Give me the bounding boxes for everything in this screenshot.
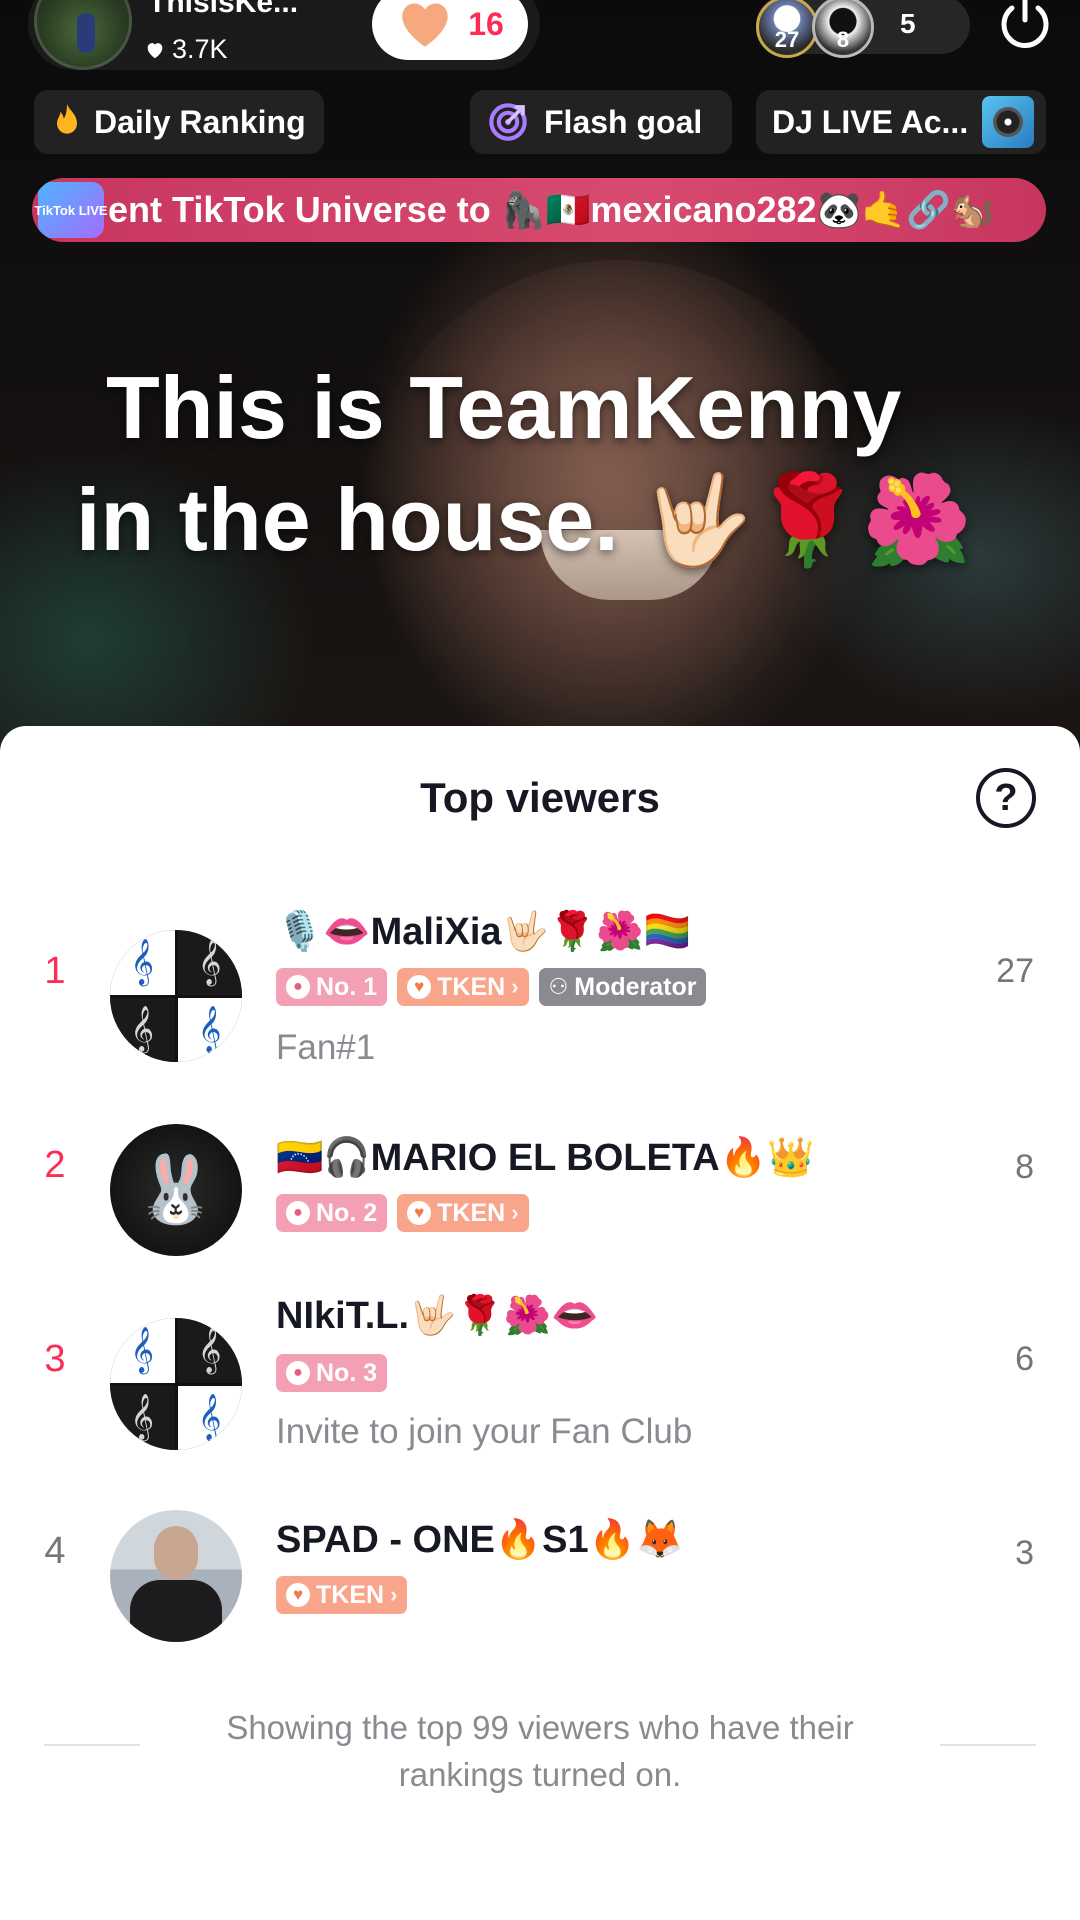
fire-icon xyxy=(57,103,77,134)
rank-badge: ● No. 1 xyxy=(276,968,388,1006)
heart-icon xyxy=(147,42,163,58)
daily-ranking-pill[interactable]: Daily Ranking xyxy=(34,90,324,154)
footer-note: Showing the top 99 viewers who have thei… xyxy=(0,1704,1080,1798)
heart-icon: ♥ xyxy=(407,975,432,999)
fan-club-label: TKEN xyxy=(437,972,506,1001)
caption-line-2: in the house. 🤟🏻🌹🌺 xyxy=(76,470,972,569)
fan-club-badge[interactable]: ♥ TKEN › xyxy=(276,1576,408,1614)
tiktok-live-logo: TikTok LIVE xyxy=(34,182,108,238)
host-likes-count: 3.7K xyxy=(172,34,228,64)
host-name: ThisisKe... xyxy=(148,0,299,19)
viewer-name: 🇻🇪🎧MARIO EL BOLETA🔥👑 xyxy=(276,1137,815,1179)
avatar[interactable] xyxy=(110,1510,242,1642)
dj-live-label: DJ LIVE Ac... xyxy=(772,103,969,140)
rank-badge-label: No. 3 xyxy=(316,1358,378,1387)
viewer-name: NIkiT.L.🤟🏻🌹🌺👄 xyxy=(276,1295,599,1337)
heart-icon xyxy=(402,3,448,47)
sheet-title: Top viewers xyxy=(420,774,660,821)
avatar[interactable]: 🐰 xyxy=(110,1124,242,1256)
viewer-score: 27 xyxy=(996,952,1034,990)
viewer-rank: 3 xyxy=(44,1338,66,1380)
rank-badge: ● No. 2 xyxy=(276,1194,388,1232)
viewer-badges: ● No. 1 ♥ TKEN › ⚇ Moderator xyxy=(276,968,707,1006)
viewer-row[interactable]: 4 SPAD - ONE🔥S1🔥🦊 ♥ TKEN › 3 xyxy=(0,1466,1080,1642)
viewer-badges: ♥ TKEN › xyxy=(276,1576,408,1614)
fan-club-badge[interactable]: ♥ TKEN › xyxy=(397,1194,529,1232)
rank-badge-label: No. 1 xyxy=(316,972,378,1001)
viewer-rank: 4 xyxy=(44,1530,66,1572)
target-icon xyxy=(489,103,527,141)
viewer-count[interactable]: 5 xyxy=(900,8,916,40)
heart-icon: ♥ xyxy=(286,1583,310,1607)
gift-banner-text: ent TikTok Universe to 🦍🇲🇽mexicano282🐼🤙🔗… xyxy=(108,189,996,230)
flash-goal-pill[interactable]: Flash goal xyxy=(470,90,732,154)
moderator-label: Moderator xyxy=(574,972,697,1001)
footer-note-text: Showing the top 99 viewers who have thei… xyxy=(226,1709,854,1793)
rank-badge-label: No. 2 xyxy=(316,1198,378,1227)
viewer-badges: ● No. 3 xyxy=(276,1354,388,1392)
power-icon[interactable] xyxy=(990,0,1060,56)
viewer-score: 3 xyxy=(1015,1534,1034,1572)
top-viewers-sheet: Top viewers ? 1 𝄞 𝄞 𝄞 𝄞 🎙️👄MaliXia🤟🏻🌹🌺🏳️‍🌈 … xyxy=(0,726,1080,1920)
viewer-rank: 1 xyxy=(44,950,66,992)
medal-icon: ● xyxy=(286,975,310,999)
medal-icon: ● xyxy=(286,1361,310,1385)
viewer-name: 🎙️👄MaliXia🤟🏻🌹🌺🏳️‍🌈 xyxy=(276,911,691,953)
daily-ranking-label: Daily Ranking xyxy=(94,103,306,140)
viewer-rank: 2 xyxy=(44,1144,66,1186)
moderator-badge: ⚇ Moderator xyxy=(538,968,707,1006)
flash-goal-label: Flash goal xyxy=(544,103,703,140)
host-likes: 3.7K xyxy=(144,34,228,65)
dj-live-pill[interactable]: DJ LIVE Ac... xyxy=(756,90,1046,154)
turntable-icon xyxy=(982,96,1035,148)
chevron-right-icon: › xyxy=(511,1200,519,1225)
fan-heart-count: 16 xyxy=(468,5,504,42)
viewer-badges: ● No. 2 ♥ TKEN › xyxy=(276,1194,529,1232)
stream-caption: This is TeamKenny in the house. 🤟🏻🌹🌺 xyxy=(76,352,976,576)
chevron-right-icon: › xyxy=(390,1582,398,1607)
avatar[interactable]: 𝄞 𝄞 𝄞 𝄞 xyxy=(110,930,242,1062)
fan-heart-button[interactable]: 16 xyxy=(372,0,528,60)
fan-club-label: TKEN xyxy=(316,1580,385,1609)
viewer-score: 6 xyxy=(1015,1340,1034,1378)
gift-banner[interactable]: TikTok LIVE ent TikTok Universe to 🦍🇲🇽me… xyxy=(32,178,1046,242)
viewer-score: 8 xyxy=(1015,1148,1034,1186)
medal-icon: ● xyxy=(286,1201,310,1225)
avatar[interactable]: 𝄞 𝄞 𝄞 𝄞 xyxy=(110,1318,242,1450)
fan-club-label: TKEN xyxy=(437,1198,506,1227)
viewer-subtext: Fan#1 xyxy=(276,1028,376,1067)
caption-line-1: This is TeamKenny xyxy=(106,358,902,457)
invite-fan-club-link[interactable]: Invite to join your Fan Club xyxy=(276,1412,692,1452)
viewer-name: SPAD - ONE🔥S1🔥🦊 xyxy=(276,1519,684,1561)
help-icon[interactable]: ? xyxy=(976,768,1036,828)
chevron-right-icon: › xyxy=(511,974,519,999)
rank-badge: ● No. 3 xyxy=(276,1354,388,1392)
heart-icon: ♥ xyxy=(407,1201,432,1225)
moderator-icon: ⚇ xyxy=(548,974,569,999)
fan-club-badge[interactable]: ♥ TKEN › xyxy=(397,968,529,1006)
